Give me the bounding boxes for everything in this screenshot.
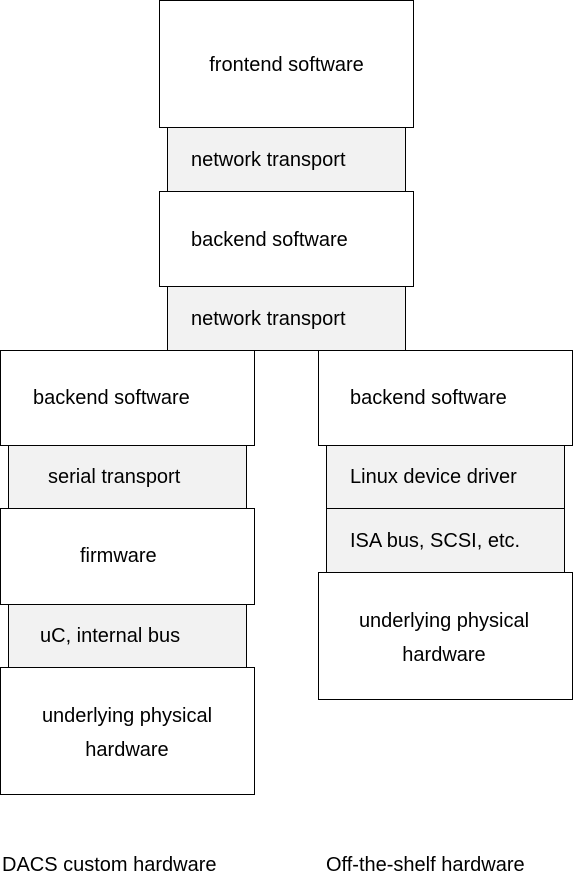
right-hardware-box [318, 572, 573, 700]
right-backend-label: backend software [350, 387, 507, 409]
isa-bus-label: ISA bus, SCSI, etc. [350, 530, 521, 552]
linux-driver-label: Linux device driver [350, 466, 517, 488]
serial-transport-label: serial transport [48, 466, 181, 488]
frontend-label: frontend software [209, 54, 364, 76]
off-the-shelf-hardware-caption: Off-the-shelf hardware [326, 854, 525, 876]
left-hardware-box [0, 667, 255, 795]
backend-top-label: backend software [191, 229, 348, 251]
left-hw-label-1: underlying physical [41, 705, 213, 727]
left-hw-label-2: hardware [85, 739, 169, 761]
firmware-label: firmware [80, 545, 157, 567]
dacs-custom-hardware-caption: DACS custom hardware [2, 854, 217, 876]
left-backend-label: backend software [33, 387, 190, 409]
network-transport-label-1: network transport [191, 149, 346, 171]
uc-bus-label: uC, internal bus [40, 625, 181, 647]
network-transport-label-2: network transport [191, 308, 346, 330]
right-hw-label-1: underlying physical [358, 610, 530, 632]
right-hw-label-2: hardware [402, 644, 486, 666]
